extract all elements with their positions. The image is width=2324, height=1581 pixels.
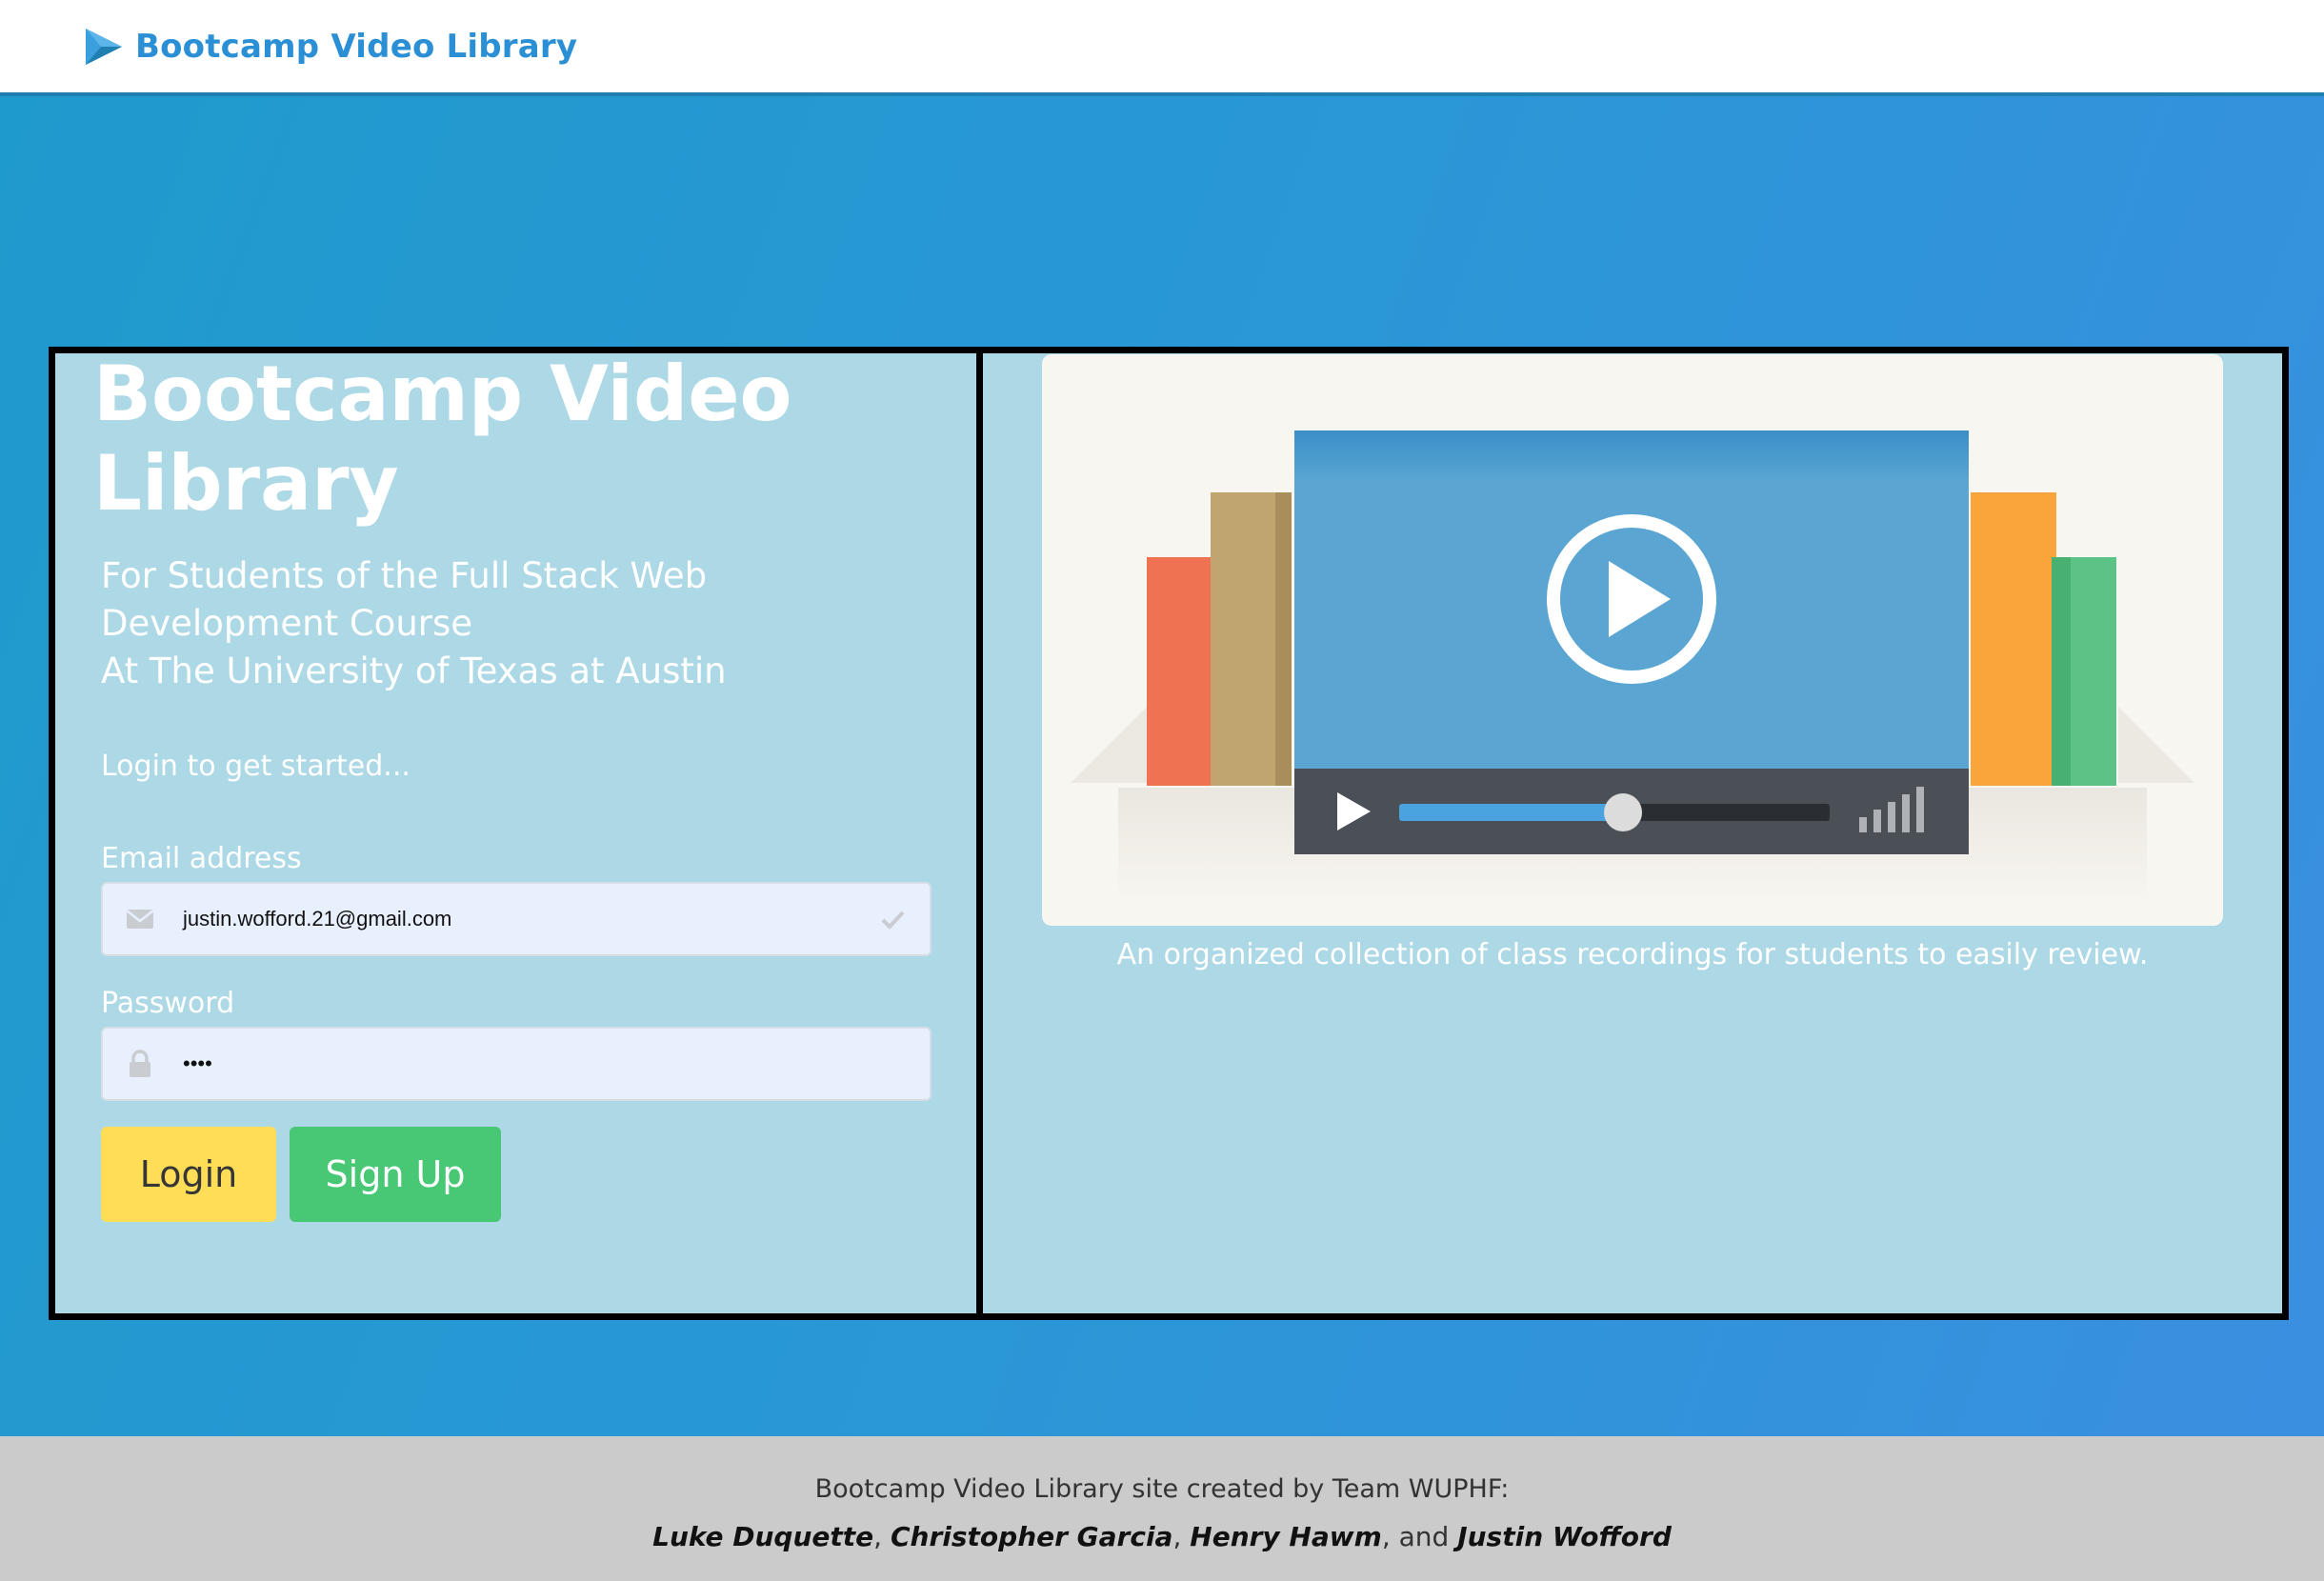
check-icon xyxy=(881,911,905,930)
page-subtitle: For Students of the Full Stack Web Devel… xyxy=(101,555,727,691)
email-field[interactable]: justin.wofford.21@gmail.com xyxy=(101,882,932,956)
signup-button[interactable]: Sign Up xyxy=(290,1127,501,1222)
illustration-caption: An organized collection of class recordi… xyxy=(1116,938,2149,971)
footer: Bootcamp Video Library site created by T… xyxy=(0,1436,2324,1581)
footer-names: Luke Duquette, Christopher Garcia, Henry… xyxy=(652,1521,1672,1552)
author-name: Christopher Garcia xyxy=(890,1521,1173,1552)
navbar: Bootcamp Video Library xyxy=(0,0,2324,96)
play-logo-icon xyxy=(86,28,122,65)
login-prompt: Login to get started... xyxy=(101,750,411,783)
book-red xyxy=(1147,557,1213,786)
video-player-illustration xyxy=(1071,430,2194,902)
page-title: Bootcamp Video Library xyxy=(93,350,792,528)
brand-link[interactable]: Bootcamp Video Library xyxy=(82,25,577,69)
email-value: justin.wofford.21@gmail.com xyxy=(183,907,452,931)
email-label: Email address xyxy=(101,842,302,875)
footer-credit: Bootcamp Video Library site created by T… xyxy=(814,1474,1510,1504)
progress-knob xyxy=(1604,793,1643,831)
lock-icon xyxy=(130,1050,150,1077)
author-name: Luke Duquette xyxy=(652,1521,874,1552)
book-orange xyxy=(1971,492,2056,786)
envelope-icon xyxy=(126,910,154,929)
video-library-illustration xyxy=(1042,354,2223,926)
brand-title: Bootcamp Video Library xyxy=(135,27,578,66)
author-name: Henry Hawm xyxy=(1190,1521,1382,1552)
login-button[interactable]: Login xyxy=(101,1127,276,1222)
author-name: Justin Wofford xyxy=(1457,1521,1672,1552)
password-field[interactable]: •••• xyxy=(101,1027,932,1101)
password-value: •••• xyxy=(183,1051,212,1075)
password-label: Password xyxy=(101,987,235,1020)
progress-fill xyxy=(1399,804,1624,821)
